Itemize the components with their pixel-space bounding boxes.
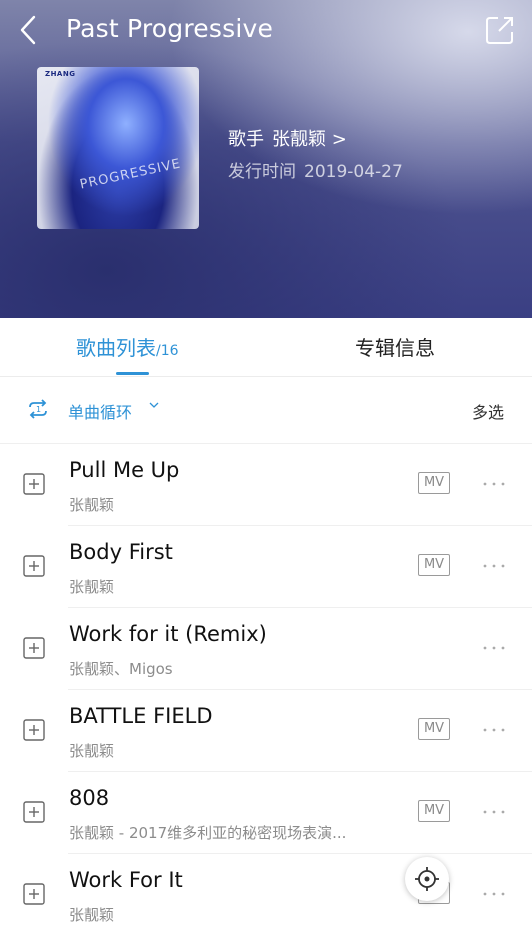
add-icon[interactable] [23, 883, 45, 905]
mv-button[interactable]: MV [418, 554, 450, 576]
tab-indicator [116, 372, 149, 375]
cover-art-text: PROGRESSIVE [78, 156, 183, 193]
song-title: Pull Me Up [69, 458, 180, 482]
more-icon[interactable] [482, 808, 506, 816]
song-row[interactable]: Body First 张靓颖 MV [0, 526, 532, 608]
more-icon[interactable] [482, 480, 506, 488]
song-artist: 张靓颖 [69, 906, 115, 924]
back-button[interactable] [14, 12, 46, 48]
song-row[interactable]: Work For It 张靓颖 MV [0, 854, 532, 936]
release-info: 发行时间 2019-04-27 [228, 157, 403, 182]
artist-name: 张靓颖 [272, 129, 326, 150]
release-date: 2019-04-27 [304, 162, 403, 182]
locate-current-button[interactable] [405, 857, 449, 901]
add-icon[interactable] [23, 555, 45, 577]
song-artist: 张靓颖 [69, 742, 115, 760]
tab-song-list[interactable]: 歌曲列表/16 [76, 318, 179, 376]
song-artist: 张靓颖 [69, 578, 115, 596]
add-icon[interactable] [23, 719, 45, 741]
album-header: Past Progressive ZHANG PROGRESSIVE 歌手 张靓颖… [0, 0, 532, 318]
share-icon [486, 17, 513, 44]
more-icon[interactable] [482, 562, 506, 570]
song-count: /16 [156, 343, 179, 359]
song-row[interactable]: Pull Me Up 张靓颖 MV [0, 444, 532, 526]
mv-button[interactable]: MV [418, 800, 450, 822]
chevron-left-icon [20, 15, 36, 45]
svg-text:1: 1 [36, 405, 41, 414]
add-icon[interactable] [23, 637, 45, 659]
tab-bar: 歌曲列表/16 专辑信息 [0, 318, 532, 377]
mv-button[interactable]: MV [418, 472, 450, 494]
more-icon[interactable] [482, 644, 506, 652]
more-icon[interactable] [482, 726, 506, 734]
song-title: Work For It [69, 868, 183, 892]
song-title: Body First [69, 540, 173, 564]
share-button[interactable] [484, 14, 516, 46]
artist-label: 歌手 [228, 129, 264, 150]
crosshair-icon [415, 867, 439, 891]
more-icon[interactable] [482, 890, 506, 898]
album-title: Past Progressive [66, 14, 274, 43]
song-row[interactable]: BATTLE FIELD 张靓颖 MV [0, 690, 532, 772]
song-title: BATTLE FIELD [69, 704, 213, 728]
release-label: 发行时间 [228, 162, 296, 182]
song-row[interactable]: 808 张靓颖 - 2017维多利亚的秘密现场表演... MV [0, 772, 532, 854]
song-row[interactable]: Work for it (Remix) 张靓颖、Migos [0, 608, 532, 690]
add-icon[interactable] [23, 473, 45, 495]
add-icon[interactable] [23, 801, 45, 823]
song-title: 808 [69, 786, 110, 810]
album-cover[interactable]: ZHANG PROGRESSIVE [37, 67, 199, 229]
cover-brand-text: ZHANG [45, 70, 76, 78]
song-artist: 张靓颖、Migos [69, 660, 173, 678]
tab-album-info[interactable]: 专辑信息 [355, 318, 435, 376]
song-artist: 张靓颖 - 2017维多利亚的秘密现场表演... [69, 824, 347, 842]
artist-link[interactable]: 歌手 张靓颖 > [228, 125, 347, 151]
mv-button[interactable]: MV [418, 718, 450, 740]
play-mode-selector[interactable]: 单曲循环 [68, 399, 132, 423]
song-title: Work for it (Remix) [69, 622, 267, 646]
chevron-right-icon: > [331, 129, 347, 150]
multi-select-button[interactable]: 多选 [472, 399, 504, 423]
repeat-one-icon[interactable]: 1 [26, 397, 50, 421]
song-artist: 张靓颖 [69, 496, 115, 514]
playlist-controls: 1 单曲循环 多选 [0, 377, 532, 444]
chevron-down-icon[interactable] [148, 399, 160, 411]
tab-song-list-label: 歌曲列表 [76, 336, 156, 360]
